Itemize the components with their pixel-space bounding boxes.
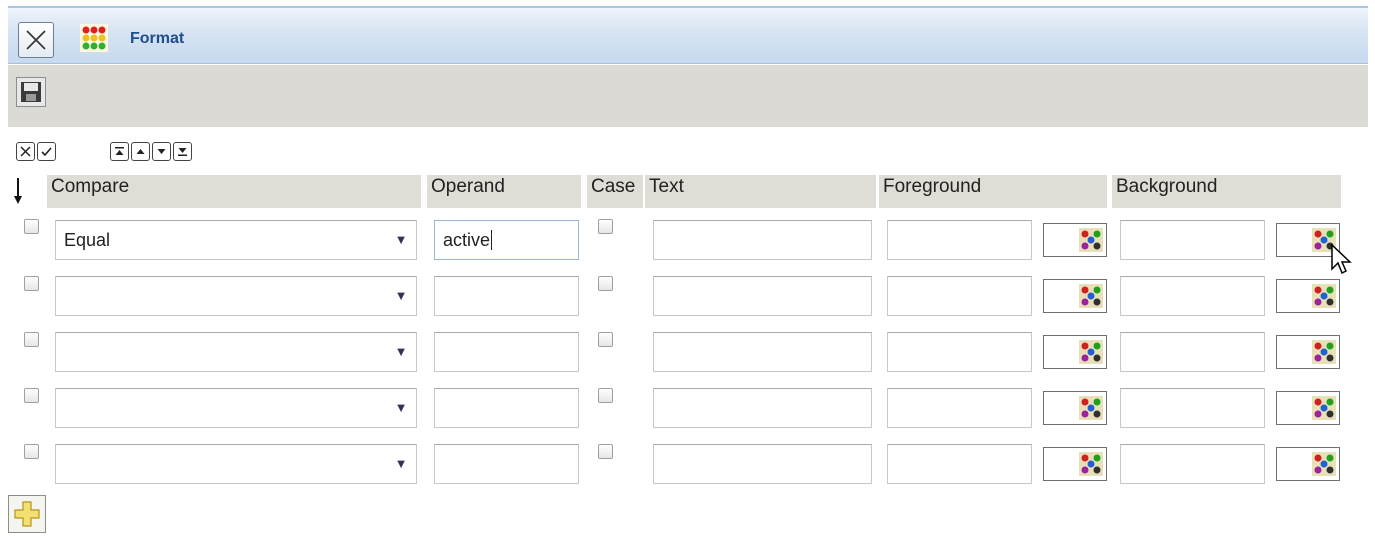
foreground-input[interactable]: [887, 276, 1032, 316]
chevron-down-icon: ▼: [394, 232, 408, 247]
color-palette-icon: [1312, 340, 1336, 364]
chevron-down-icon: ▼: [394, 344, 408, 359]
move-top-icon: [115, 147, 124, 155]
color-palette-icon: [1079, 284, 1103, 308]
header-case: Case: [587, 175, 643, 208]
header-compare: Compare: [47, 175, 421, 208]
check-icon: [41, 147, 52, 157]
operand-value: active: [443, 230, 491, 250]
background-color-picker[interactable]: [1276, 279, 1340, 313]
chevron-down-icon: ▼: [394, 288, 408, 303]
format-palette-icon: [80, 24, 108, 52]
background-input[interactable]: [1120, 220, 1265, 260]
operand-input[interactable]: [434, 388, 579, 428]
apply-button[interactable]: [37, 142, 56, 161]
background-color-picker[interactable]: [1276, 447, 1340, 481]
foreground-input[interactable]: [887, 332, 1032, 372]
header-operand: Operand: [427, 175, 581, 208]
operand-input[interactable]: [434, 276, 579, 316]
foreground-color-picker[interactable]: [1043, 391, 1107, 425]
header-text: Text: [645, 175, 876, 208]
window-titlebar: Format: [8, 6, 1368, 64]
background-input[interactable]: [1120, 276, 1265, 316]
operand-input[interactable]: [434, 444, 579, 484]
text-cursor: [491, 230, 493, 250]
compare-select[interactable]: ▼: [55, 388, 417, 428]
window-title: Format: [130, 30, 185, 47]
compare-select[interactable]: Equal ▼: [55, 220, 417, 260]
row-select-checkbox[interactable]: [24, 444, 39, 459]
close-icon: [26, 30, 46, 50]
clear-icon: [20, 146, 31, 157]
foreground-color-picker[interactable]: [1043, 223, 1107, 257]
close-button[interactable]: [18, 22, 54, 58]
color-palette-icon: [1079, 228, 1103, 252]
foreground-color-picker[interactable]: [1043, 447, 1107, 481]
save-icon: [21, 82, 41, 102]
move-up-button[interactable]: [131, 142, 150, 161]
row-select-checkbox[interactable]: [24, 388, 39, 403]
color-palette-icon: [1312, 452, 1336, 476]
header-foreground: Foreground: [879, 175, 1107, 208]
background-color-picker[interactable]: [1276, 391, 1340, 425]
foreground-color-picker[interactable]: [1043, 335, 1107, 369]
color-palette-icon: [1079, 452, 1103, 476]
background-input[interactable]: [1120, 388, 1265, 428]
case-checkbox[interactable]: [598, 276, 613, 291]
foreground-color-picker[interactable]: [1043, 279, 1107, 313]
move-top-button[interactable]: [110, 142, 129, 161]
move-up-icon: [136, 149, 145, 154]
clear-button[interactable]: [16, 142, 35, 161]
case-checkbox[interactable]: [598, 444, 613, 459]
add-icon: [14, 501, 40, 527]
foreground-input[interactable]: [887, 444, 1032, 484]
text-input[interactable]: [653, 444, 872, 484]
move-down-button[interactable]: [152, 142, 171, 161]
compare-select[interactable]: ▼: [55, 444, 417, 484]
add-row-button[interactable]: [8, 495, 46, 533]
text-input[interactable]: [653, 388, 872, 428]
chevron-down-icon: ▼: [394, 400, 408, 415]
text-input[interactable]: [653, 276, 872, 316]
color-palette-icon: [1079, 340, 1103, 364]
color-palette-icon: [1312, 284, 1336, 308]
color-palette-icon: [1079, 396, 1103, 420]
case-checkbox[interactable]: [598, 332, 613, 347]
save-button[interactable]: [16, 77, 46, 107]
move-bottom-button[interactable]: [173, 142, 192, 161]
foreground-input[interactable]: [887, 388, 1032, 428]
text-input[interactable]: [653, 220, 872, 260]
foreground-input[interactable]: [887, 220, 1032, 260]
toolbar: [8, 65, 1368, 127]
color-palette-icon: [1312, 396, 1336, 420]
compare-select[interactable]: ▼: [55, 276, 417, 316]
text-input[interactable]: [653, 332, 872, 372]
row-select-checkbox[interactable]: [24, 276, 39, 291]
background-input[interactable]: [1120, 332, 1265, 372]
operand-input[interactable]: [434, 332, 579, 372]
background-input[interactable]: [1120, 444, 1265, 484]
header-background: Background: [1112, 175, 1341, 208]
chevron-down-icon: ▼: [394, 456, 408, 471]
row-select-checkbox[interactable]: [24, 219, 39, 234]
move-bottom-icon: [178, 148, 187, 156]
compare-value: Equal: [64, 230, 111, 250]
compare-select[interactable]: ▼: [55, 332, 417, 372]
row-select-checkbox[interactable]: [24, 332, 39, 347]
background-color-picker[interactable]: [1276, 335, 1340, 369]
sort-arrow-icon[interactable]: [13, 177, 23, 205]
case-checkbox[interactable]: [598, 219, 613, 234]
operand-input[interactable]: active: [434, 220, 579, 260]
mouse-cursor-icon: [1331, 243, 1352, 275]
case-checkbox[interactable]: [598, 388, 613, 403]
move-down-icon: [157, 149, 166, 154]
